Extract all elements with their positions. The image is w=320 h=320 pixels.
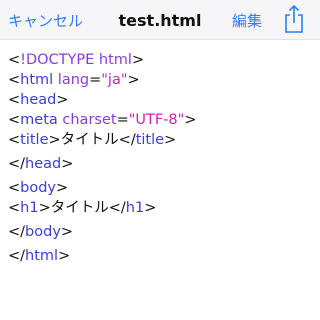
cancel-button[interactable]: キャンセル — [8, 0, 83, 40]
code-token: > — [61, 156, 74, 172]
edit-button[interactable]: 編集 — [232, 0, 262, 40]
code-token-tag: html — [20, 72, 54, 88]
code-token-tag: body — [20, 180, 57, 196]
code-token: > — [164, 132, 177, 148]
code-token: > — [58, 248, 71, 264]
code-line: <title>タイトル</title> — [8, 130, 314, 150]
code-token: > — [56, 92, 69, 108]
code-line: <meta charset="UTF-8"> — [8, 110, 314, 130]
navigation-bar: キャンセル test.html 編集 — [0, 0, 320, 40]
code-token-tag: title — [20, 132, 49, 148]
code-line: <html lang="ja"> — [8, 70, 314, 90]
code-token: > — [131, 52, 145, 68]
code-token-doctype: !DOCTYPE html — [20, 52, 132, 68]
code-token-tag: head — [25, 156, 62, 172]
code-token: < — [8, 72, 21, 88]
code-token-tag: body — [25, 224, 61, 240]
code-token: = — [116, 112, 129, 128]
code-token: < — [8, 112, 21, 128]
code-line: <body> — [8, 178, 314, 198]
code-token: >タイトル</ — [48, 132, 136, 148]
code-token-tag: head — [20, 92, 57, 108]
code-token: > — [144, 200, 157, 216]
code-token: > — [60, 224, 74, 240]
code-token-attr: lang — [53, 72, 90, 88]
code-token: < — [8, 132, 21, 148]
code-line: <head> — [8, 90, 314, 110]
code-token: </ — [8, 156, 26, 172]
code-token: >タイトル</ — [38, 200, 126, 216]
code-token-tag: html — [25, 248, 59, 264]
code-token: > — [127, 72, 140, 88]
code-token-tag: meta — [20, 112, 58, 128]
code-editor[interactable]: <!DOCTYPE html> <html lang="ja"> <head> <me… — [8, 50, 314, 266]
code-token: </ — [8, 248, 26, 264]
code-token-tag: h1 — [20, 200, 39, 216]
code-token: < — [8, 200, 21, 216]
code-token-str: "ja" — [101, 72, 128, 88]
code-line: <!DOCTYPE html> — [8, 50, 314, 70]
code-line: </head> — [8, 154, 314, 174]
code-token: < — [8, 52, 21, 68]
code-token: < — [8, 180, 21, 196]
code-line: </body> — [8, 222, 314, 242]
code-token: < — [8, 92, 21, 108]
share-icon[interactable] — [282, 4, 306, 34]
editor-screen: キャンセル test.html 編集 <!DOCTYPE html> <html … — [0, 0, 320, 320]
code-token: > — [56, 180, 69, 196]
code-line: <h1>タイトル</h1> — [8, 198, 314, 218]
code-line: </html> — [8, 246, 314, 266]
code-token-tag: title — [135, 132, 165, 148]
code-token-attr: charset — [57, 112, 117, 128]
code-token-str: "UTF-8" — [128, 112, 185, 128]
code-token: = — [89, 72, 102, 88]
code-token: > — [184, 112, 197, 128]
code-token-tag: h1 — [125, 200, 145, 216]
code-token: </ — [8, 224, 26, 240]
